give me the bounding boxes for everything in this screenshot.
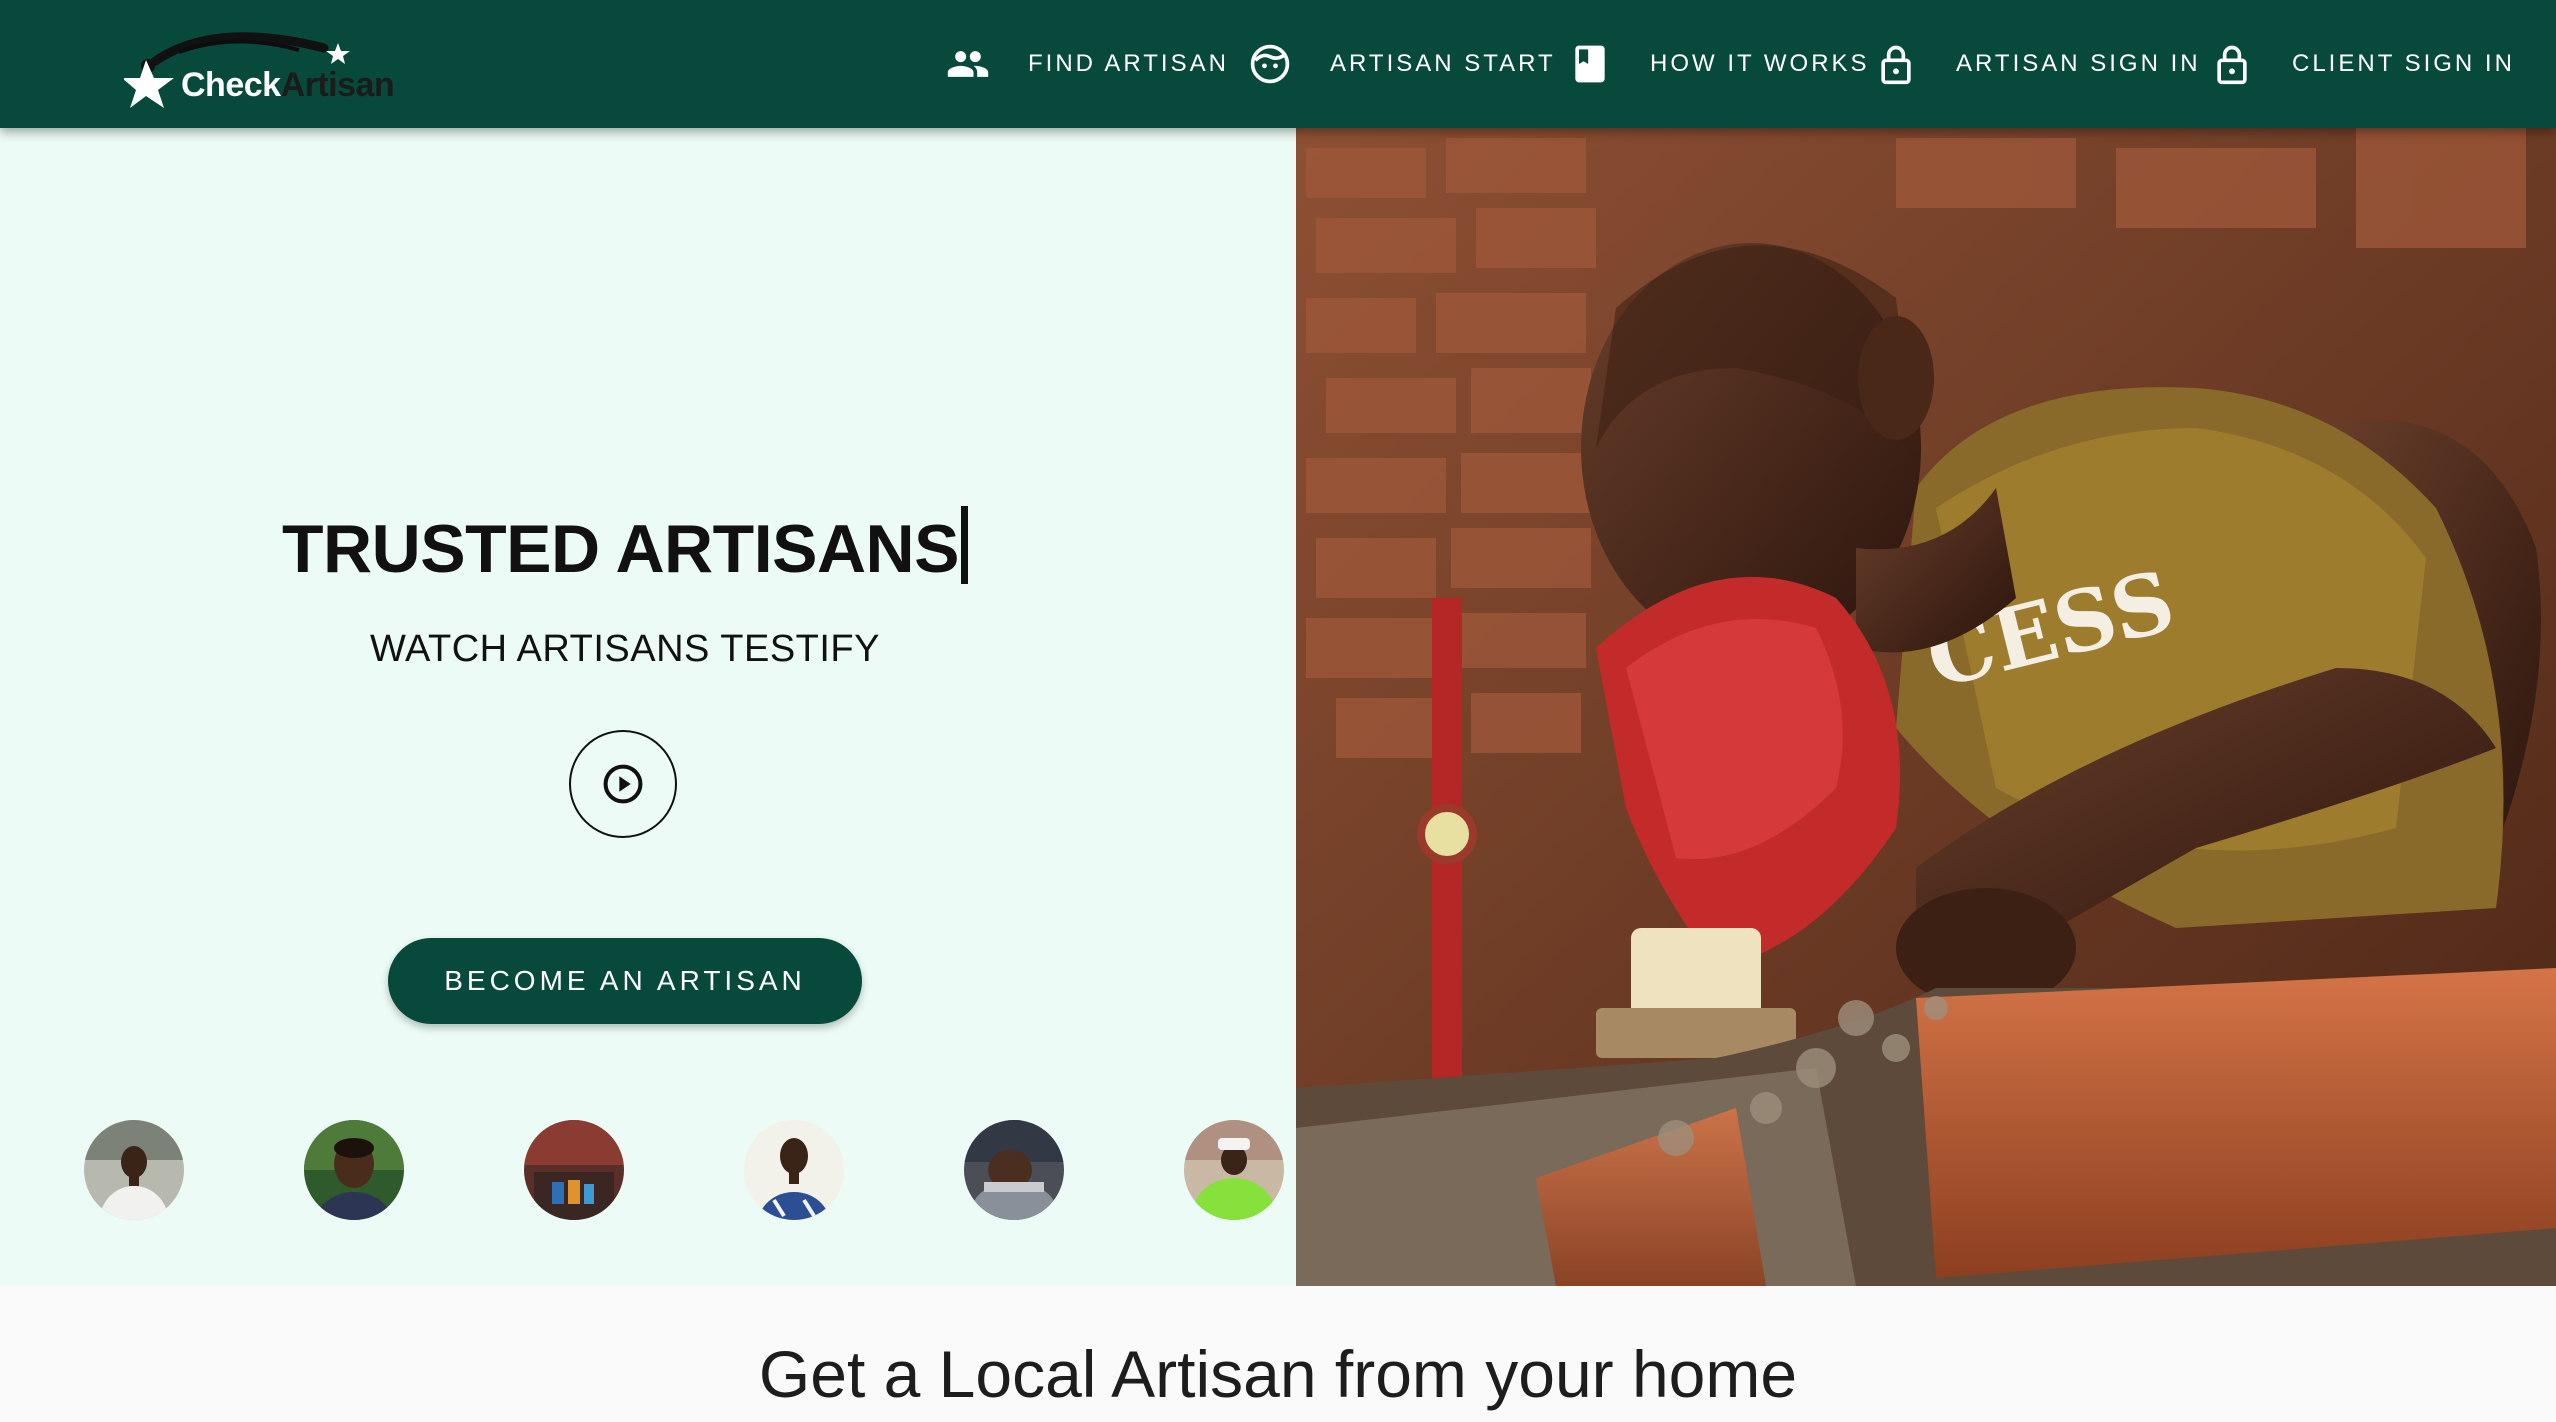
nav-label-artisan-sign-in: ARTISAN SIGN IN bbox=[1956, 50, 2201, 77]
testimonial-avatar[interactable] bbox=[744, 1120, 844, 1220]
nav-label-how-it-works: HOW IT WORKS bbox=[1650, 50, 1870, 77]
testimonial-avatar[interactable] bbox=[1184, 1120, 1284, 1220]
hero-subhead: WATCH ARTISANS TESTIFY bbox=[370, 628, 880, 670]
top-navbar: CheckArtisan FIND ARTISAN ARTISAN START … bbox=[0, 0, 2556, 128]
logo-wordmark: CheckArtisan bbox=[181, 66, 395, 105]
testimonial-avatar[interactable] bbox=[964, 1120, 1064, 1220]
checkartisan-logo[interactable]: CheckArtisan bbox=[124, 20, 414, 110]
lock-icon bbox=[1874, 42, 1918, 86]
nav-how-it-works[interactable]: HOW IT WORKS bbox=[1568, 0, 1870, 128]
typing-caret bbox=[961, 506, 969, 584]
nav-find-artisan[interactable]: FIND ARTISAN bbox=[946, 0, 1229, 128]
nav-artisan-sign-in[interactable]: ARTISAN SIGN IN bbox=[1874, 0, 2201, 128]
lock-icon bbox=[2210, 42, 2254, 86]
hero-headline: TRUSTED ARTISANS bbox=[0, 506, 1250, 588]
play-video-button[interactable] bbox=[569, 730, 677, 838]
section-title: Get a Local Artisan from your home bbox=[758, 1337, 1798, 1411]
logo-word-check: Check bbox=[181, 66, 281, 104]
logo-word-artisan: Artisan bbox=[280, 66, 395, 104]
nav-label-client-sign-in: CLIENT SIGN IN bbox=[2292, 50, 2515, 77]
book-icon bbox=[1568, 42, 1612, 86]
testimonial-avatar[interactable] bbox=[304, 1120, 404, 1220]
hero-image-bricklayer: CESS bbox=[1296, 128, 2556, 1286]
hero-headline-text: TRUSTED ARTISANS bbox=[281, 511, 960, 587]
face-icon bbox=[1248, 42, 1292, 86]
play-circle-icon bbox=[601, 762, 645, 806]
hero-left-panel: TRUSTED ARTISANS WATCH ARTISANS TESTIFY … bbox=[0, 128, 1296, 1286]
people-icon bbox=[946, 42, 990, 86]
become-artisan-button[interactable]: BECOME AN ARTISAN bbox=[388, 938, 862, 1024]
bricklayer-photo: CESS bbox=[1296, 128, 2556, 1286]
testimonial-avatar[interactable] bbox=[84, 1120, 184, 1220]
nav-artisan-start[interactable]: ARTISAN START bbox=[1248, 0, 1556, 128]
testimonial-avatars bbox=[0, 1120, 1296, 1224]
nav-label-artisan-start: ARTISAN START bbox=[1330, 50, 1556, 77]
testimonial-avatar[interactable] bbox=[524, 1120, 624, 1220]
nav-label-find-artisan: FIND ARTISAN bbox=[1028, 50, 1229, 77]
nav-client-sign-in[interactable]: CLIENT SIGN IN bbox=[2210, 0, 2515, 128]
